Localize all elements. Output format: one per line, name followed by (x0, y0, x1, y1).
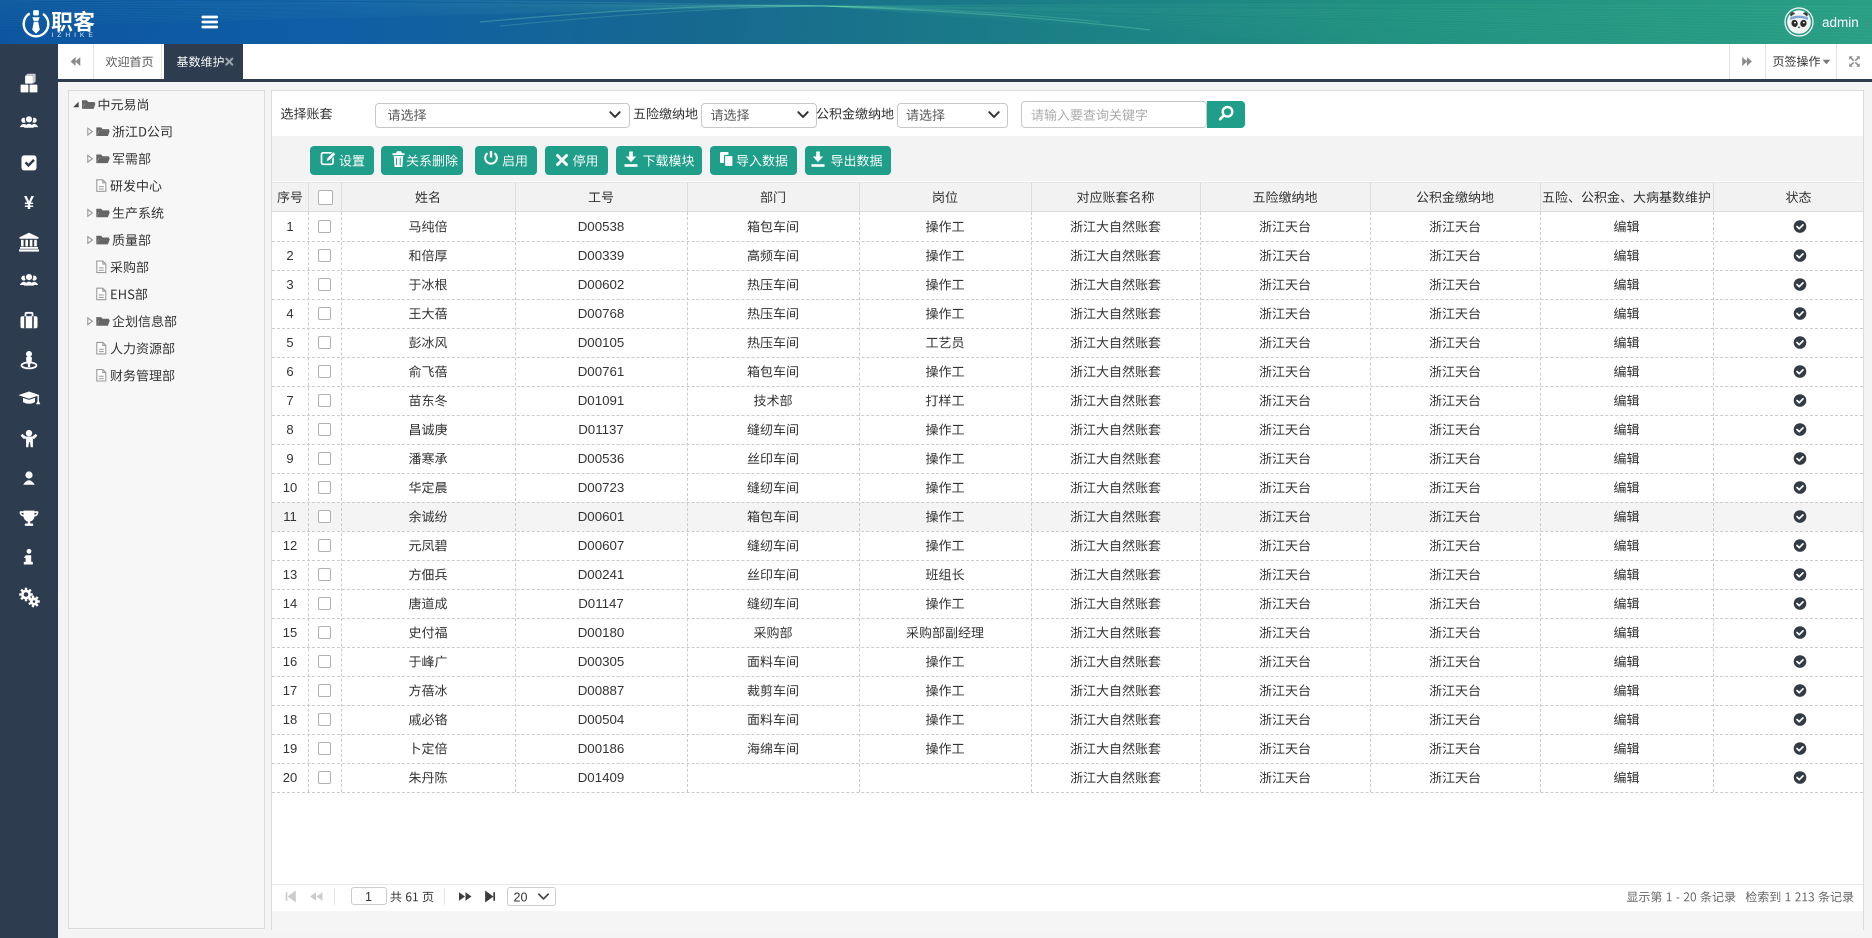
svg-text:D00504: D00504 (578, 712, 625, 727)
svg-text:17: 17 (283, 683, 297, 698)
svg-text:D00761: D00761 (578, 364, 625, 379)
svg-text:D00723: D00723 (578, 480, 625, 495)
svg-text:D00180: D00180 (578, 625, 625, 640)
svg-text:7: 7 (286, 393, 293, 408)
svg-text:18: 18 (283, 712, 297, 727)
svg-text:11: 11 (283, 509, 297, 524)
svg-text:6: 6 (286, 364, 293, 379)
svg-text:¥: ¥ (24, 193, 34, 213)
svg-text:1: 1 (365, 890, 372, 904)
svg-text:3: 3 (286, 277, 293, 292)
svg-text:D01091: D01091 (578, 393, 625, 408)
svg-text:20: 20 (283, 770, 297, 785)
svg-text:10: 10 (283, 480, 297, 495)
svg-text:13: 13 (283, 567, 297, 582)
svg-text:4: 4 (286, 306, 293, 321)
svg-text:D00601: D00601 (578, 509, 625, 524)
svg-text:1: 1 (286, 219, 293, 234)
svg-text:5: 5 (286, 335, 293, 350)
svg-text:8: 8 (286, 422, 293, 437)
svg-text:I Z H I K E: I Z H I K E (52, 32, 94, 39)
svg-text:14: 14 (283, 596, 297, 611)
svg-text:D00607: D00607 (578, 538, 625, 553)
svg-text:2: 2 (286, 248, 293, 263)
svg-text:15: 15 (283, 625, 297, 640)
svg-text:D00536: D00536 (578, 451, 625, 466)
svg-text:D00887: D00887 (578, 683, 625, 698)
svg-text:16: 16 (283, 654, 297, 669)
svg-text:D00602: D00602 (578, 277, 625, 292)
svg-text:9: 9 (286, 451, 293, 466)
svg-text:D00538: D00538 (578, 219, 625, 234)
svg-text:D00305: D00305 (578, 654, 625, 669)
svg-text:D01409: D01409 (578, 770, 625, 785)
svg-text:D00186: D00186 (578, 741, 625, 756)
svg-text:D00768: D00768 (578, 306, 625, 321)
svg-text:19: 19 (283, 741, 297, 756)
svg-text:D00339: D00339 (578, 248, 625, 263)
svg-text:D01147: D01147 (578, 596, 624, 611)
svg-text:admin: admin (1822, 15, 1859, 30)
svg-text:D00241: D00241 (578, 567, 625, 582)
svg-text:D01137: D01137 (578, 422, 624, 437)
svg-text:D00105: D00105 (578, 335, 625, 350)
svg-text:20: 20 (514, 890, 528, 904)
svg-text:12: 12 (283, 538, 297, 553)
